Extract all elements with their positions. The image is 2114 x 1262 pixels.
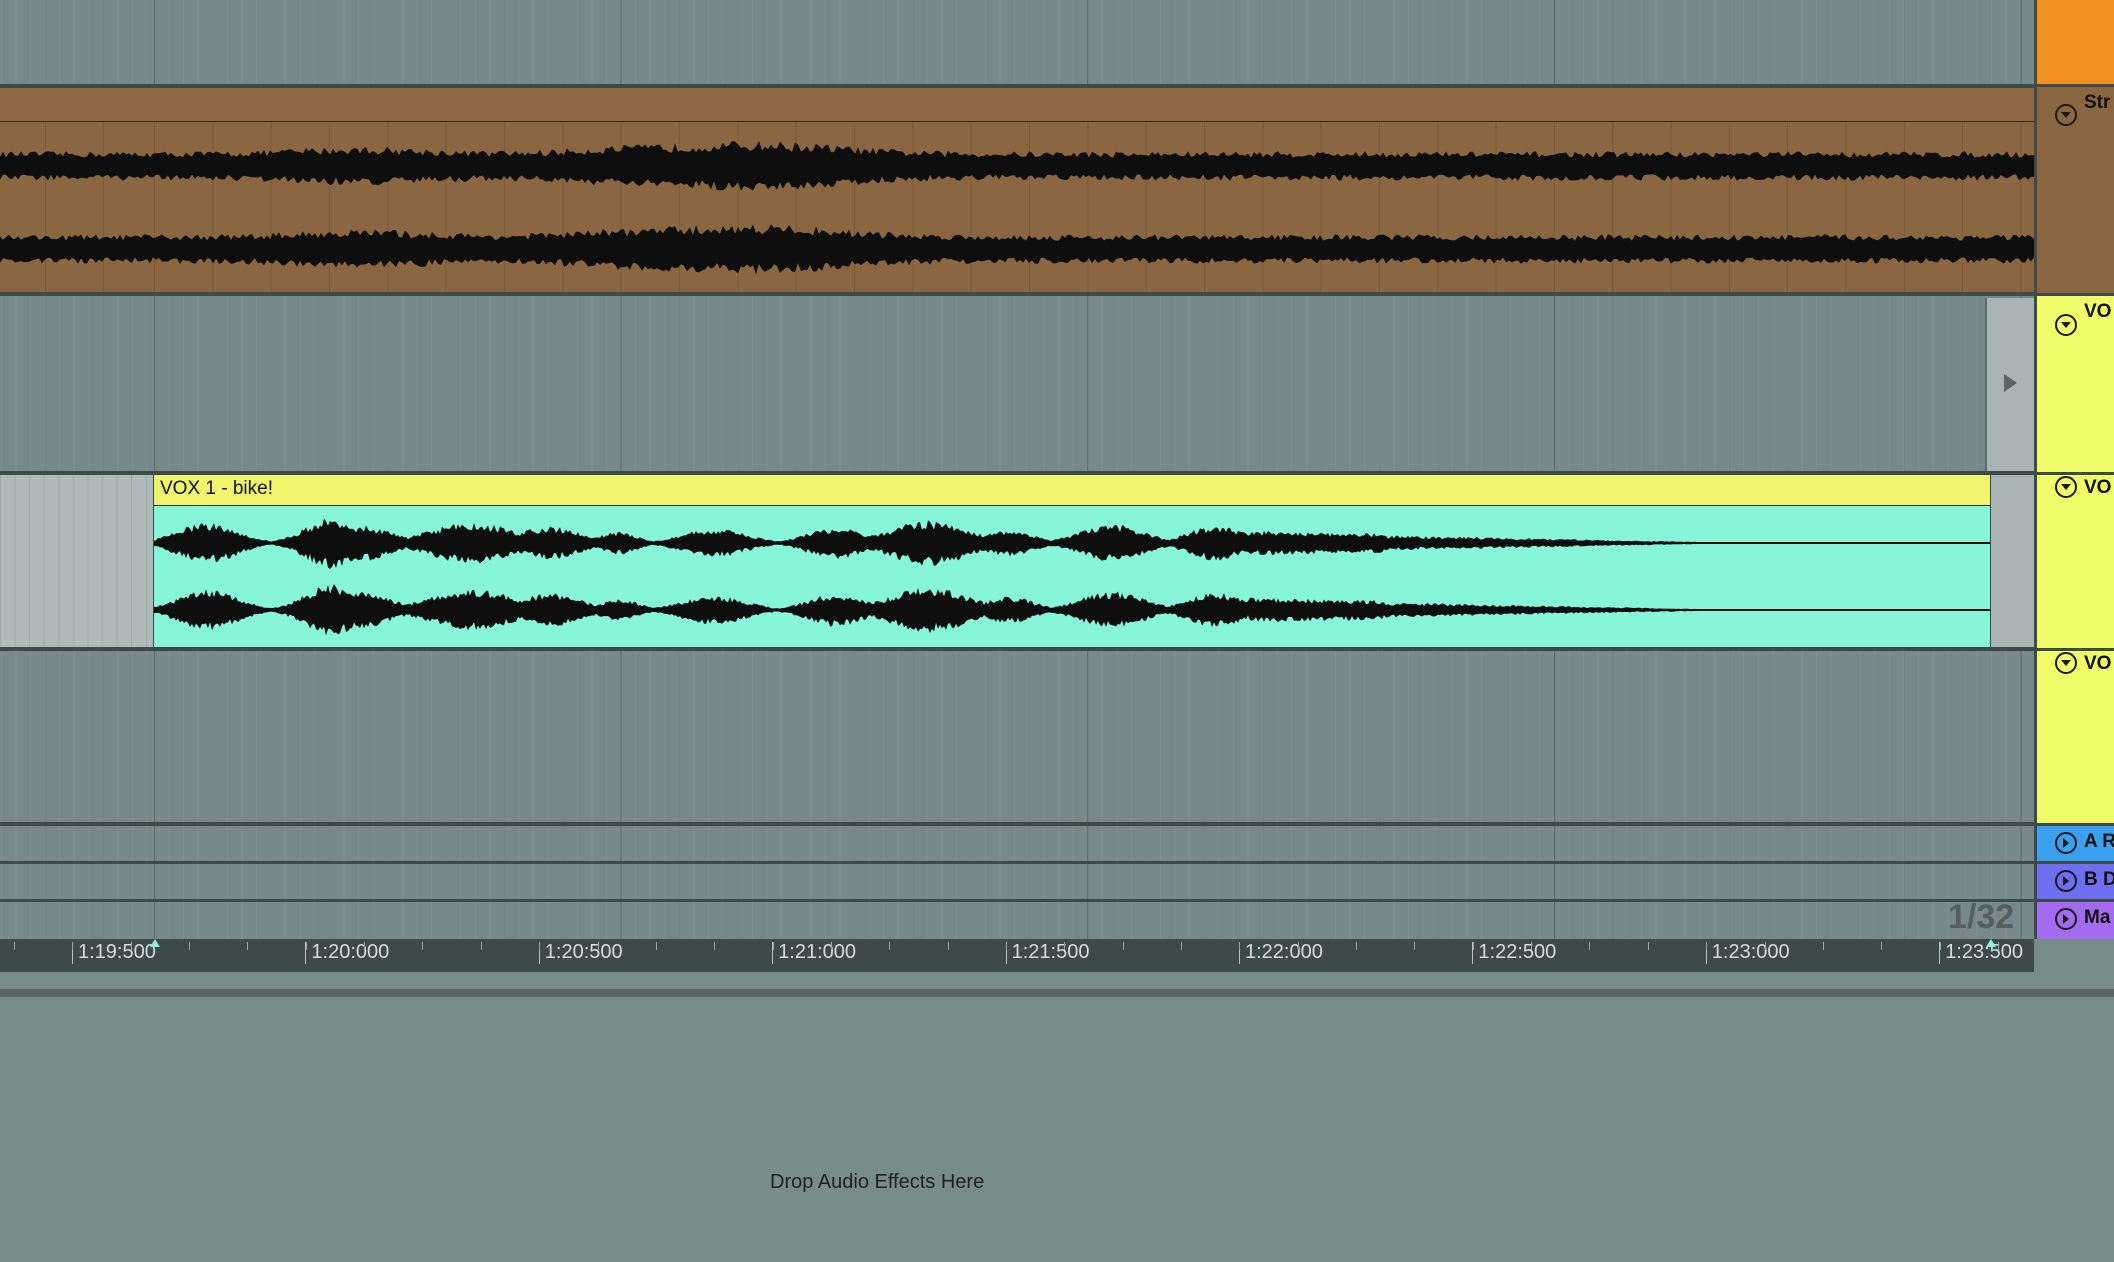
ruler-minor-tick	[1589, 942, 1591, 950]
ruler-gap	[0, 972, 2114, 989]
ruler-label: 1:19:500	[78, 941, 156, 963]
ruler-label: 1:21:500	[1011, 941, 1090, 963]
track-lane-return-a[interactable]	[0, 826, 2034, 861]
track-lane-return-b[interactable]	[0, 864, 2034, 899]
track-lane-vox-a[interactable]	[0, 296, 2034, 471]
ruler-minor-tick	[597, 942, 599, 950]
fold-toggle-icon[interactable]	[2055, 908, 2077, 930]
track-header-return-b[interactable]: B D	[2037, 864, 2114, 902]
track-header-vox-c[interactable]: VO	[2037, 651, 2114, 826]
strings-clip-header[interactable]	[0, 88, 2034, 122]
ruler-minor-tick	[1997, 942, 1999, 950]
strings-waveform	[0, 121, 2034, 292]
track-header-return-a[interactable]: A R	[2037, 826, 2114, 864]
track-header-strings[interactable]: Str	[2037, 87, 2114, 296]
ruler-minor-tick	[1356, 942, 1358, 950]
fold-toggle-icon[interactable]	[2055, 652, 2077, 674]
ruler-minor-tick	[889, 942, 891, 950]
vox-clip-header[interactable]: VOX 1 - bike!	[154, 475, 1990, 506]
track-header-vox-a[interactable]: VO	[2037, 296, 2114, 475]
track-name: B D	[2084, 869, 2114, 890]
track-name: A R	[2084, 831, 2114, 852]
ruler-minor-tick	[714, 942, 716, 950]
track-lane-top[interactable]	[0, 0, 2034, 84]
strings-clip[interactable]	[0, 88, 2034, 292]
ruler-minor-tick	[1881, 942, 1883, 950]
track-header-top[interactable]	[2037, 0, 2114, 87]
track-lane-master[interactable]	[0, 902, 2034, 939]
fold-toggle-icon[interactable]	[2055, 104, 2077, 126]
ruler-minor-tick	[422, 942, 424, 950]
clip-tail	[1990, 475, 2034, 647]
ruler-minor-tick	[247, 942, 249, 950]
ruler-minor-tick	[189, 942, 191, 950]
track-name: Str	[2084, 92, 2111, 113]
ruler-minor-tick	[1181, 942, 1182, 950]
vox-clip[interactable]: VOX 1 - bike!	[153, 474, 1991, 648]
device-view-divider[interactable]	[0, 989, 2114, 997]
track-name: Ma	[2084, 907, 2111, 928]
fold-toggle-icon[interactable]	[2055, 832, 2077, 854]
loop-marker-icon[interactable]	[150, 939, 160, 947]
track-name: VO	[2084, 301, 2112, 322]
ruler-label: 1:20:000	[311, 941, 390, 963]
play-triangle-icon	[2004, 374, 2017, 392]
ruler-minor-tick	[947, 942, 949, 950]
ruler-minor-tick	[480, 942, 482, 950]
ruler-minor-tick	[14, 942, 15, 950]
ruler-minor-tick	[1005, 942, 1007, 950]
fold-toggle-icon[interactable]	[2055, 314, 2077, 336]
ruler-label: 1:20:500	[544, 941, 623, 963]
ruler-label: 1:23:000	[1711, 941, 1790, 963]
ruler-label: 1:22:000	[1245, 941, 1323, 963]
track-name: VO	[2084, 477, 2112, 498]
ruler-minor-tick	[1764, 942, 1766, 950]
vox-clip-name: VOX 1 - bike!	[160, 478, 273, 499]
ruler-minor-tick	[1064, 942, 1066, 950]
loop-region[interactable]	[0, 475, 154, 647]
device-view[interactable]: Drop Audio Effects Here	[0, 997, 2114, 1262]
track-header-vox-b[interactable]: VO	[2037, 475, 2114, 651]
ruler-minor-tick	[1939, 942, 1941, 950]
ruler-minor-tick	[1297, 942, 1299, 950]
ruler-minor-tick	[1706, 942, 1708, 950]
loop-marker-icon[interactable]	[1986, 939, 1996, 947]
ruler-minor-tick	[772, 942, 774, 950]
zoom-indicator: 1/32	[1948, 898, 2015, 936]
ruler-minor-tick	[539, 942, 541, 950]
fold-toggle-icon[interactable]	[2055, 870, 2077, 892]
ruler-minor-tick	[1414, 942, 1416, 950]
vox-waveform	[154, 506, 1990, 647]
ruler-minor-tick	[830, 942, 832, 950]
ruler-minor-tick	[1122, 942, 1124, 950]
ruler-minor-tick	[72, 942, 74, 950]
fold-toggle-icon[interactable]	[2055, 476, 2077, 498]
ruler-label: 1:23:500	[1945, 941, 2024, 963]
arrangement-view[interactable]: VOX 1 - bike! 1/32	[0, 0, 2034, 939]
track-lane-vox-c[interactable]	[0, 651, 2034, 822]
ruler-label: 1:21:000	[778, 941, 857, 963]
ruler-minor-tick	[655, 942, 657, 950]
ruler-minor-tick	[130, 942, 132, 950]
ruler-minor-tick	[305, 942, 307, 950]
ruler-minor-tick	[1472, 942, 1474, 950]
drop-effects-hint: Drop Audio Effects Here	[770, 1171, 985, 1193]
clip-stub[interactable]	[1985, 298, 2034, 471]
ruler-minor-tick	[1822, 942, 1824, 950]
ruler-minor-tick	[1531, 942, 1533, 950]
ruler-label: 1:22:500	[1478, 941, 1557, 963]
track-name: VO	[2084, 653, 2112, 674]
ruler-minor-tick	[1647, 942, 1649, 950]
track-header-master[interactable]: Ma	[2037, 902, 2114, 939]
ruler-minor-tick	[364, 942, 366, 950]
ruler-minor-tick	[1239, 942, 1241, 950]
